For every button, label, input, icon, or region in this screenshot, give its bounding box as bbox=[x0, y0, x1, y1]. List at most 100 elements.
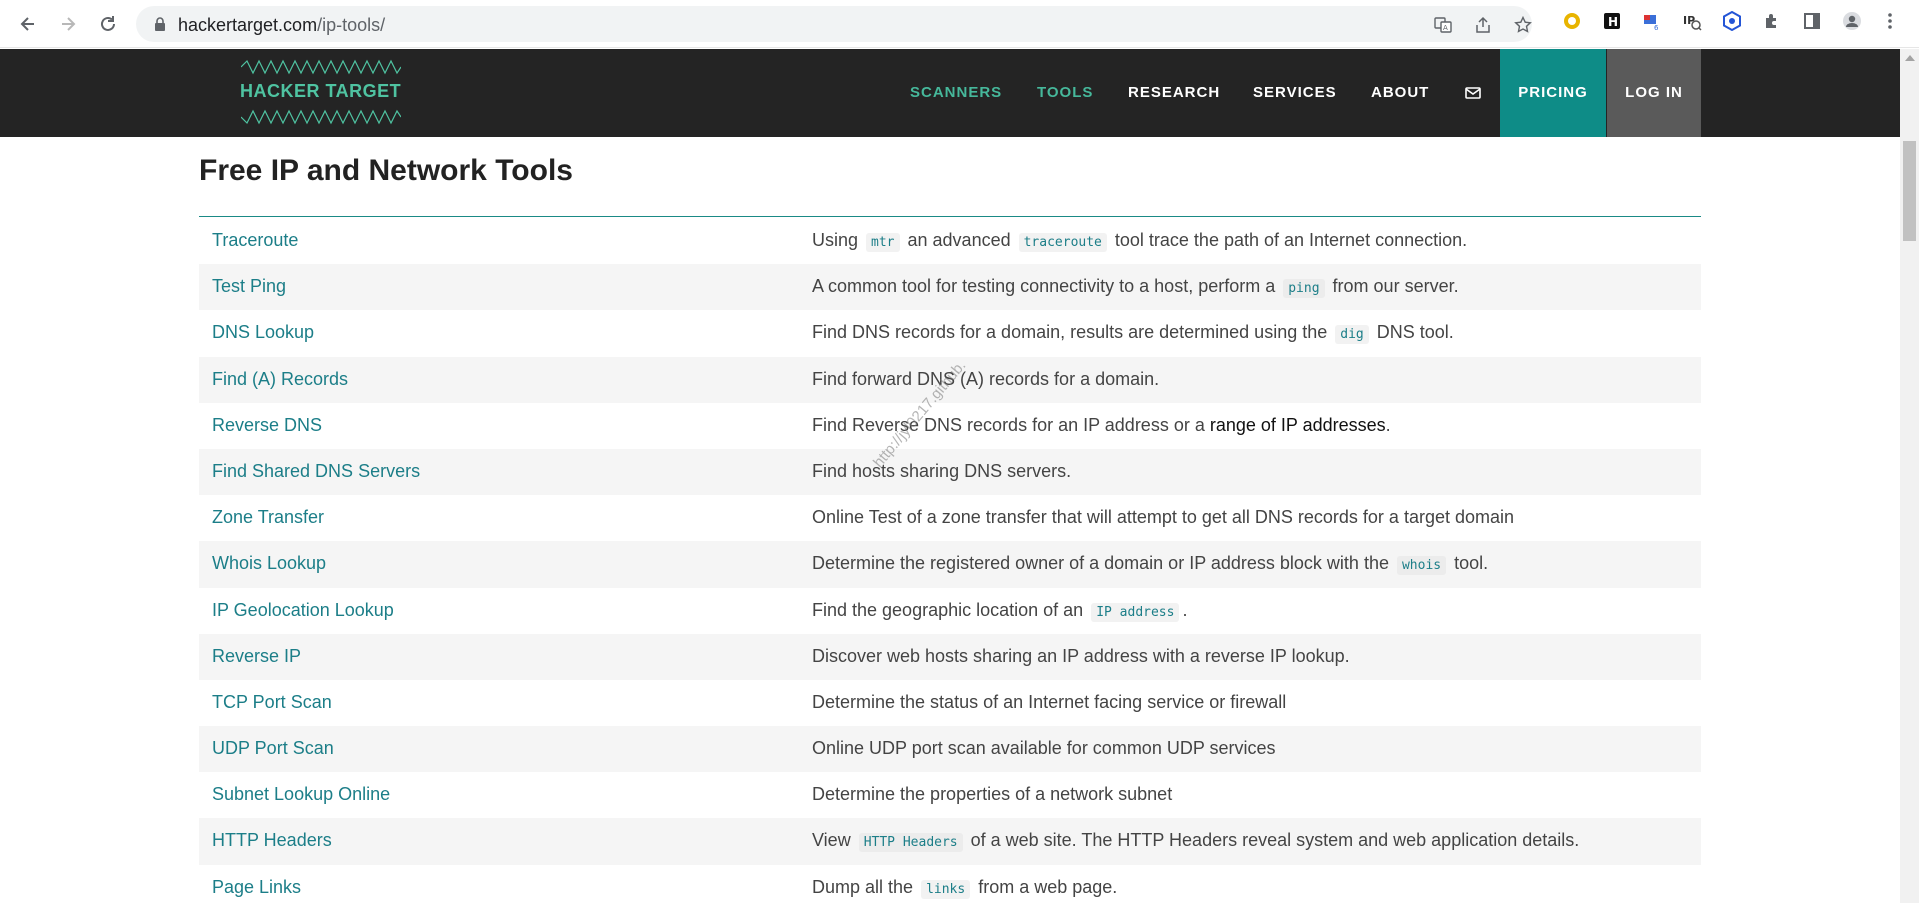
description-text: Find forward DNS (A) records for a domai… bbox=[812, 368, 1160, 389]
bookmark-star-icon[interactable] bbox=[1514, 16, 1532, 34]
table-row: Traceroute Using mtr an advanced tracerou… bbox=[199, 218, 1701, 264]
tool-link[interactable]: TCP Port Scan bbox=[212, 692, 332, 713]
tool-description: Find hosts sharing DNS servers. bbox=[812, 461, 1071, 482]
share-icon[interactable] bbox=[1474, 16, 1492, 34]
description-text: DNS tool. bbox=[1371, 322, 1454, 343]
extension-hex-icon[interactable] bbox=[1721, 10, 1743, 32]
tool-link[interactable]: Zone Transfer bbox=[212, 507, 324, 528]
tool-link[interactable]: Page Links bbox=[212, 877, 301, 898]
tool-description: Find DNS records for a domain, results a… bbox=[812, 322, 1454, 345]
description-text: Find Reverse DNS records for an IP addre… bbox=[812, 414, 1210, 435]
tool-link[interactable]: Reverse IP bbox=[212, 646, 301, 667]
mail-icon[interactable] bbox=[1464, 84, 1482, 102]
description-text: Find DNS records for a domain, results a… bbox=[812, 322, 1333, 343]
description-text: Determine the properties of a network su… bbox=[812, 784, 1173, 805]
browser-menu-icon[interactable] bbox=[1879, 10, 1901, 32]
description-text: View bbox=[812, 830, 856, 851]
nav-about[interactable]: ABOUT bbox=[1371, 49, 1429, 137]
table-row: Whois Lookup Determine the registered own… bbox=[199, 541, 1701, 588]
tool-link[interactable]: Subnet Lookup Online bbox=[212, 784, 390, 805]
forward-arrow-icon bbox=[62, 17, 76, 31]
tool-description: View HTTP Headers of a web site. The HTT… bbox=[812, 830, 1579, 853]
inline-code: whois bbox=[1396, 556, 1447, 576]
nav-tools[interactable]: TOOLS bbox=[1037, 49, 1093, 137]
nav-pricing-button[interactable]: PRICING bbox=[1500, 49, 1606, 137]
extension-circle-icon[interactable] bbox=[1561, 10, 1583, 32]
inline-link[interactable]: range of IP addresses bbox=[1210, 415, 1386, 435]
extensions-puzzle-icon[interactable] bbox=[1761, 10, 1783, 32]
extension-flag-icon[interactable]: 6 bbox=[1641, 10, 1663, 32]
reload-button[interactable] bbox=[92, 8, 124, 40]
tool-link[interactable]: DNS Lookup bbox=[212, 322, 314, 343]
nav-scanners[interactable]: SCANNERS bbox=[910, 49, 1002, 137]
back-arrow-icon bbox=[20, 17, 34, 31]
table-row: IP Geolocation Lookup Find the geographic… bbox=[199, 588, 1701, 634]
tool-description: Find forward DNS (A) records for a domai… bbox=[812, 369, 1159, 390]
description-text: Online Test of a zone transfer that will… bbox=[812, 507, 1515, 528]
main-navigation: SCANNERS TOOLS RESEARCH SERVICES ABOUT P… bbox=[0, 49, 1900, 137]
tool-link[interactable]: HTTP Headers bbox=[212, 830, 332, 851]
tool-link[interactable]: Test Ping bbox=[212, 276, 286, 297]
tool-description: Determine the status of an Internet faci… bbox=[812, 692, 1286, 713]
description-text: . bbox=[1385, 414, 1391, 435]
scroll-up-arrow-icon[interactable] bbox=[1905, 55, 1915, 61]
nav-services[interactable]: SERVICES bbox=[1253, 49, 1337, 137]
extension-h-icon[interactable]: H bbox=[1601, 10, 1623, 32]
extension-ip-icon[interactable]: IP bbox=[1681, 10, 1703, 32]
description-text: from a web page. bbox=[973, 876, 1118, 897]
table-row: HTTP Headers View HTTP Headers of a web s… bbox=[199, 818, 1701, 865]
description-text: . bbox=[1182, 599, 1188, 620]
scrollbar-thumb[interactable] bbox=[1903, 141, 1916, 241]
profile-avatar-icon[interactable] bbox=[1841, 10, 1863, 32]
inline-code: mtr bbox=[866, 233, 900, 252]
table-row: TCP Port Scan Determine the status of an … bbox=[199, 680, 1701, 726]
description-text: from our server. bbox=[1327, 276, 1459, 297]
description-text: Using bbox=[812, 230, 864, 250]
inline-code: dig bbox=[1335, 325, 1369, 345]
address-bar[interactable]: hackertarget.com/ip-tools/ A bbox=[136, 6, 1532, 42]
description-text: Find the geographic location of an bbox=[812, 599, 1089, 620]
page-title: Free IP and Network Tools bbox=[199, 154, 573, 187]
description-text: Find hosts sharing DNS servers. bbox=[812, 460, 1072, 481]
tool-link[interactable]: UDP Port Scan bbox=[212, 738, 334, 759]
tool-link[interactable]: IP Geolocation Lookup bbox=[212, 600, 394, 621]
tool-description: Online Test of a zone transfer that will… bbox=[812, 507, 1514, 528]
inline-code: HTTP Headers bbox=[858, 833, 963, 853]
description-text: Dump all the bbox=[812, 876, 919, 897]
inline-code: IP address bbox=[1091, 602, 1180, 622]
browser-toolbar: hackertarget.com/ip-tools/ A H 6 IP bbox=[0, 0, 1919, 48]
back-button[interactable] bbox=[12, 8, 44, 40]
description-text: A common tool for testing connectivity t… bbox=[812, 276, 1281, 297]
tool-link[interactable]: Find (A) Records bbox=[212, 369, 348, 390]
description-text: tool. bbox=[1449, 553, 1489, 574]
side-panel-icon[interactable] bbox=[1801, 10, 1823, 32]
url-text: hackertarget.com/ip-tools/ bbox=[178, 15, 386, 35]
tool-link[interactable]: Find Shared DNS Servers bbox=[212, 461, 420, 482]
inline-code: links bbox=[921, 879, 971, 899]
tool-description: Online UDP port scan available for commo… bbox=[812, 738, 1276, 759]
tool-link[interactable]: Reverse DNS bbox=[212, 415, 322, 436]
description-text: Discover web hosts sharing an IP address… bbox=[812, 645, 1350, 666]
tool-description: Dump all the links from a web page. bbox=[812, 876, 1118, 899]
page-scrollbar[interactable] bbox=[1900, 49, 1919, 903]
nav-login-button[interactable]: LOG IN bbox=[1607, 49, 1701, 137]
inline-code: ping bbox=[1283, 279, 1325, 299]
nav-research[interactable]: RESEARCH bbox=[1128, 49, 1220, 137]
table-row: Find Shared DNS Servers Find hosts sharin… bbox=[199, 448, 1701, 496]
tool-link[interactable]: Whois Lookup bbox=[212, 553, 326, 574]
tool-description: Determine the registered owner of a doma… bbox=[812, 553, 1489, 576]
site-header: HACKER TARGET SCANNERS TOOLS RESEARCH SE… bbox=[0, 49, 1900, 137]
table-row: Zone Transfer Online Test of a zone trans… bbox=[199, 495, 1701, 541]
description-text: Online UDP port scan available for commo… bbox=[812, 738, 1276, 759]
table-row: Reverse DNS Find Reverse DNS records for … bbox=[199, 403, 1701, 449]
table-row: UDP Port Scan Online UDP port scan availa… bbox=[199, 726, 1701, 773]
tool-description: Determine the properties of a network su… bbox=[812, 784, 1172, 805]
tool-link[interactable]: Traceroute bbox=[212, 230, 298, 251]
translate-icon[interactable]: A bbox=[1434, 16, 1452, 34]
table-row: Page Links Dump all the links from a web … bbox=[199, 865, 1701, 903]
svg-text:6: 6 bbox=[1654, 24, 1659, 31]
inline-code: traceroute bbox=[1018, 233, 1107, 252]
forward-button[interactable] bbox=[52, 8, 84, 40]
table-row: DNS Lookup Find DNS records for a domain,… bbox=[199, 310, 1701, 356]
tool-description: Discover web hosts sharing an IP address… bbox=[812, 646, 1350, 667]
